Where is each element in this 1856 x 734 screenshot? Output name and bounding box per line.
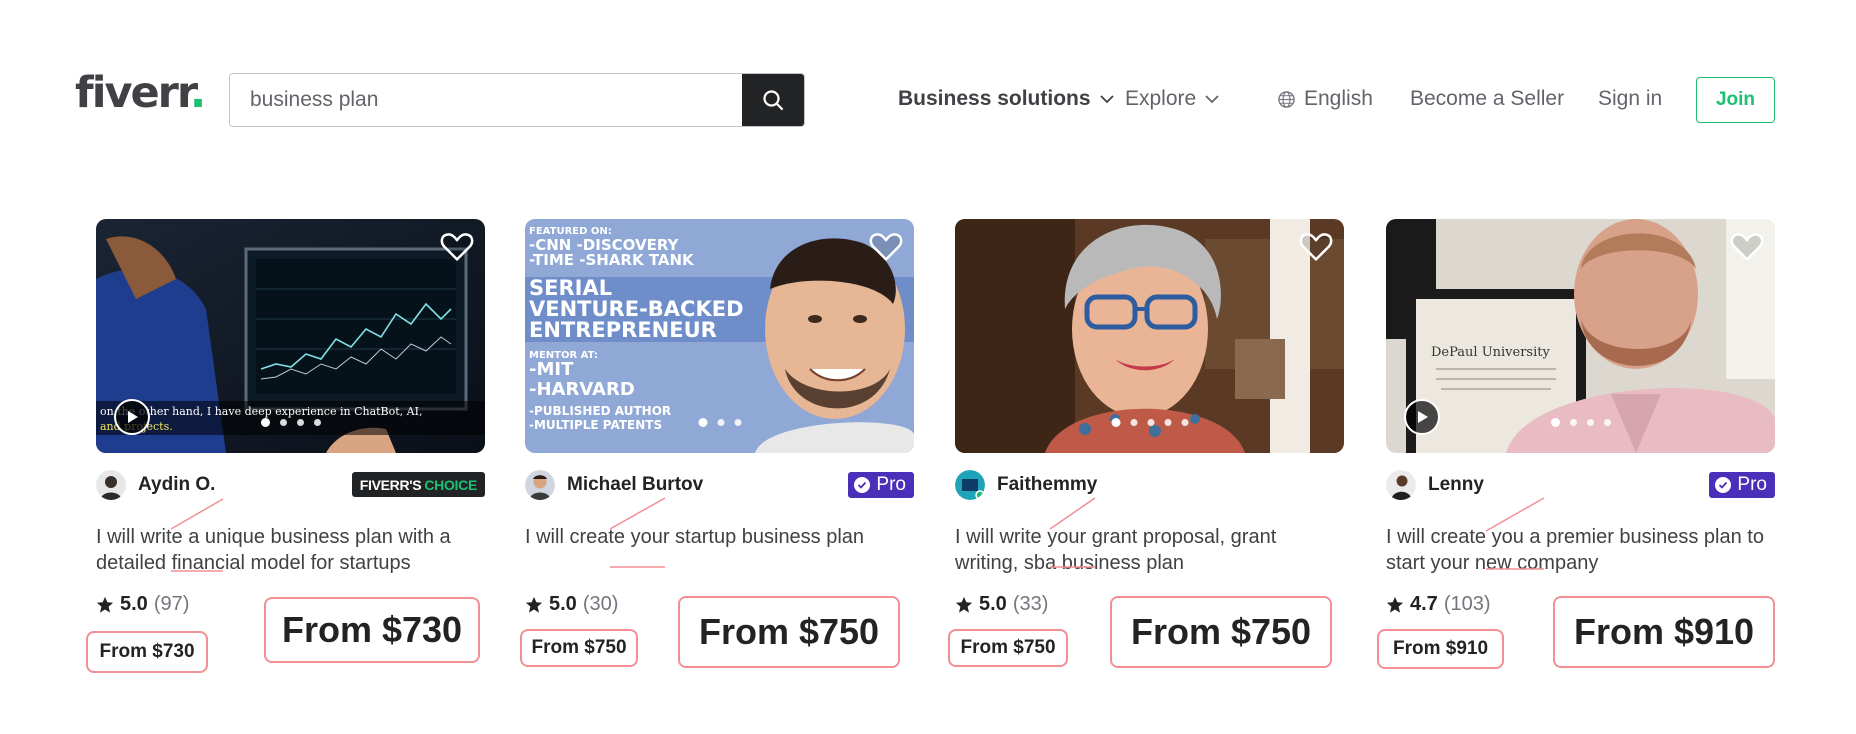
gig-rating: 5.0 (97) — [96, 593, 189, 616]
price-label[interactable]: From $910 — [1377, 629, 1504, 669]
thumb-line: -HARVARD — [529, 379, 635, 400]
avatar[interactable] — [525, 470, 555, 500]
gig-card[interactable]: DePaul University Lenny Pro I will creat… — [1377, 219, 1775, 699]
price-label-zoomed: From $750 — [678, 596, 900, 668]
nav-explore-label: Explore — [1125, 87, 1197, 110]
thumb-line: -TIME -SHARK TANK — [529, 251, 695, 269]
heart-icon[interactable] — [439, 229, 475, 265]
gig-title[interactable]: I will write your grant proposal, grant … — [955, 524, 1344, 576]
thumb-line: -MIT — [529, 359, 574, 380]
avatar[interactable] — [96, 470, 126, 500]
search-button[interactable] — [742, 74, 804, 126]
avatar[interactable] — [955, 470, 985, 500]
star-icon — [955, 596, 973, 613]
seller-name[interactable]: Aydin O. — [138, 474, 215, 496]
chevron-down-icon — [1205, 95, 1219, 104]
chevron-down-icon — [1099, 95, 1114, 104]
price-label[interactable]: From $750 — [948, 629, 1068, 667]
nav-become-seller-label: Become a Seller — [1410, 87, 1565, 110]
nav-sign-in-label: Sign in — [1598, 87, 1663, 110]
star-icon — [1386, 596, 1404, 613]
fiverr-logo[interactable]: fiverr. — [75, 72, 206, 115]
seller-name[interactable]: Michael Burtov — [567, 474, 703, 496]
price-label[interactable]: From $730 — [86, 631, 208, 673]
nav-become-seller[interactable]: Become a Seller — [1410, 84, 1564, 114]
carousel-dots[interactable] — [260, 418, 321, 427]
seller-name[interactable]: Faithemmy — [997, 474, 1097, 496]
gig-title[interactable]: I will write a unique business plan with… — [96, 524, 485, 576]
verified-check-icon — [1715, 477, 1732, 493]
nav-business-solutions[interactable]: Business solutions — [898, 84, 1115, 114]
join-button[interactable]: Join — [1696, 77, 1775, 123]
verified-check-icon — [854, 477, 871, 493]
carousel-dots[interactable] — [1550, 418, 1611, 427]
carousel-dots[interactable] — [1111, 418, 1188, 427]
gig-rating: 5.0 (33) — [955, 593, 1048, 616]
avatar[interactable] — [1386, 470, 1416, 500]
nav-sign-in[interactable]: Sign in — [1598, 84, 1662, 114]
price-label-zoomed: From $910 — [1553, 596, 1775, 668]
site-header: fiverr. Business solutions Explore Engli… — [0, 0, 1856, 200]
carousel-dots[interactable] — [698, 418, 741, 427]
star-icon — [96, 596, 114, 613]
heart-icon[interactable] — [868, 229, 904, 265]
gig-thumbnail[interactable]: DePaul University — [1386, 219, 1775, 453]
fiverrs-choice-badge: FIVERR'S CHOICE — [351, 472, 485, 497]
seller-name[interactable]: Lenny — [1428, 474, 1484, 496]
search-bar — [229, 73, 805, 127]
thumb-line: -PUBLISHED AUTHOR — [529, 404, 671, 418]
gig-card[interactable]: FEATURED ON: -CNN -DISCOVERY -TIME -SHAR… — [520, 219, 914, 699]
gig-card[interactable]: on the other hand, I have deep experienc… — [86, 219, 485, 699]
nav-business-solutions-label: Business solutions — [898, 87, 1091, 110]
price-label-zoomed: From $750 — [1110, 596, 1332, 668]
gig-card[interactable]: Faithemmy I will write your grant propos… — [948, 219, 1344, 699]
search-input[interactable] — [230, 74, 742, 126]
nav-language[interactable]: English — [1277, 84, 1373, 114]
pro-badge: Pro — [848, 472, 914, 498]
thumb-caption-1: DePaul University — [1431, 345, 1550, 360]
price-label[interactable]: From $750 — [520, 629, 638, 667]
seller-info: Michael Burtov Pro — [525, 469, 914, 501]
star-icon — [525, 596, 543, 613]
gig-rating: 4.7 (103) — [1386, 593, 1491, 616]
seller-info: Aydin O. FIVERR'S CHOICE — [96, 469, 485, 501]
play-icon[interactable] — [1404, 399, 1440, 435]
price-label-zoomed: From $730 — [264, 597, 480, 663]
search-icon — [763, 90, 784, 111]
gig-rating: 5.0 (30) — [525, 593, 618, 616]
gig-thumbnail[interactable] — [955, 219, 1344, 453]
heart-icon[interactable] — [1298, 229, 1334, 265]
nav-explore[interactable]: Explore — [1125, 84, 1220, 114]
globe-icon — [1278, 90, 1295, 108]
seller-info: Faithemmy — [955, 469, 1344, 501]
nav-language-label: English — [1304, 87, 1373, 110]
seller-info: Lenny Pro — [1386, 469, 1775, 501]
pro-badge: Pro — [1709, 472, 1775, 498]
play-icon[interactable] — [114, 399, 150, 435]
gig-title[interactable]: I will create your startup business plan — [525, 524, 914, 550]
thumb-line: -MULTIPLE PATENTS — [529, 418, 662, 432]
gig-thumbnail[interactable]: on the other hand, I have deep experienc… — [96, 219, 485, 453]
gig-thumbnail[interactable]: FEATURED ON: -CNN -DISCOVERY -TIME -SHAR… — [525, 219, 914, 453]
thumb-line: ENTREPRENEUR — [529, 318, 717, 342]
gig-title[interactable]: I will create you a premier business pla… — [1386, 524, 1775, 576]
heart-icon[interactable] — [1729, 229, 1765, 265]
